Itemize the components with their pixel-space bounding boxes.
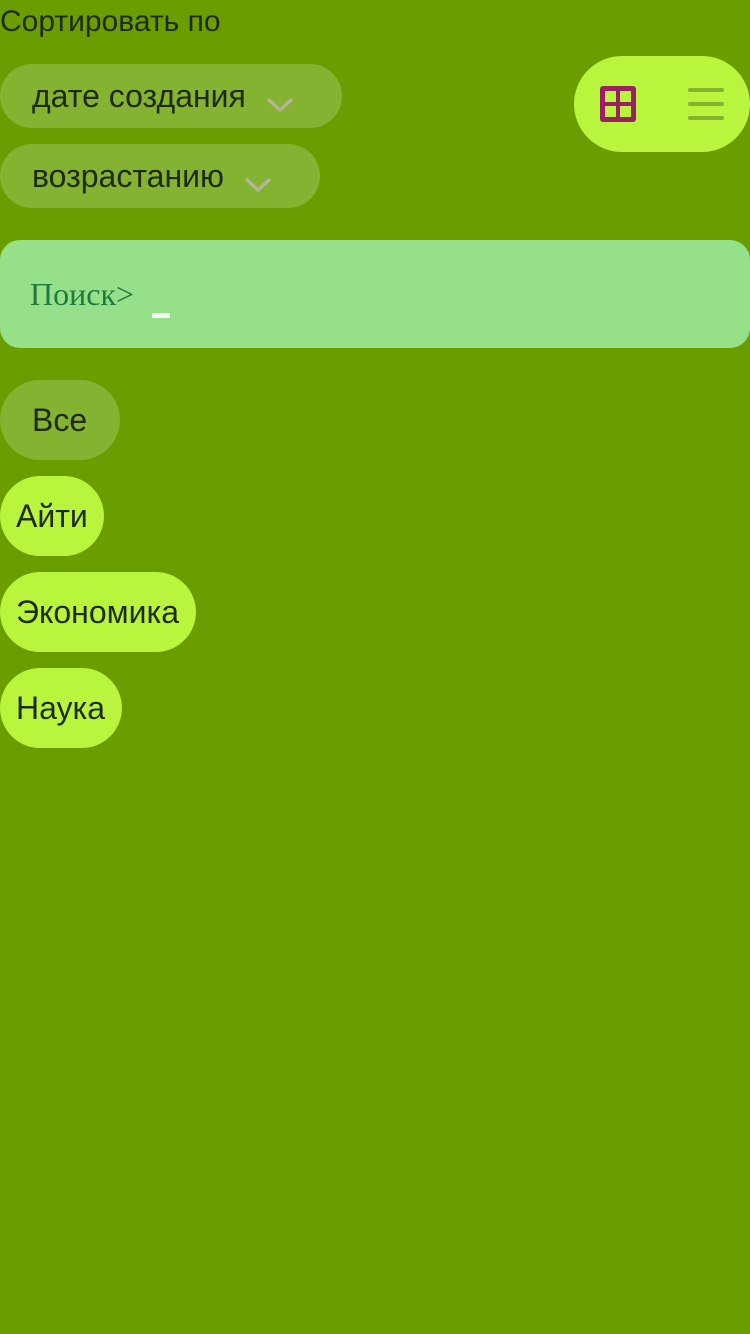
grid-view-button[interactable]	[588, 74, 648, 134]
search-label: Поиск>	[30, 275, 143, 312]
grid-icon	[600, 86, 636, 122]
sort-order-dropdown[interactable]: возрастанию	[0, 144, 320, 208]
list-view-button[interactable]	[676, 74, 736, 134]
category-chip-all[interactable]: Все	[0, 380, 120, 460]
sort-order-label: возрастанию	[32, 157, 224, 194]
view-toggle	[574, 56, 750, 152]
search-input[interactable]: Поиск>	[0, 240, 750, 348]
chevron-down-icon	[244, 166, 272, 192]
list-icon	[688, 88, 724, 120]
sort-field-label: дате создания	[32, 77, 246, 114]
chevron-down-icon	[266, 86, 294, 112]
sort-title: Сортировать по	[0, 5, 221, 38]
category-chip-it[interactable]: Айти	[0, 476, 104, 556]
sort-field-dropdown[interactable]: дате создания	[0, 64, 342, 128]
text-caret	[152, 312, 171, 318]
category-chip-science[interactable]: Наука	[0, 668, 122, 748]
category-chip-economy[interactable]: Экономика	[0, 572, 196, 652]
